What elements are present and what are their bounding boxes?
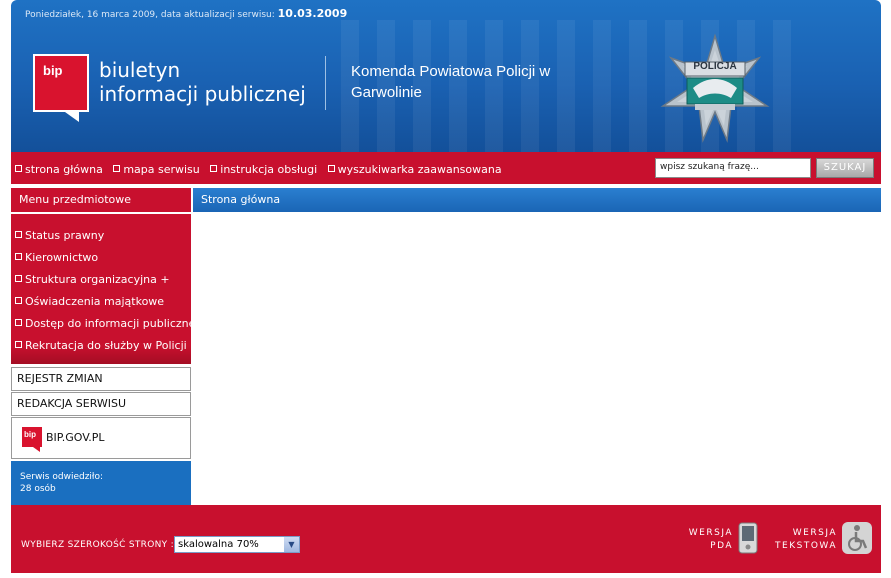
biuletyn-title: biuletyn informacji publicznej [99, 58, 306, 106]
menu-item-dostep[interactable]: Dostęp do informacji publicznej [15, 317, 198, 330]
bip-logo-small-icon [22, 427, 42, 452]
bip-logo[interactable]: bip [33, 54, 89, 122]
bullet-icon [15, 231, 22, 238]
search-button[interactable]: SZUKAJ [816, 158, 874, 178]
police-star-badge-icon: POLICJA [660, 34, 770, 143]
nav-links: strona główna mapa serwisu instrukcja ob… [15, 163, 509, 176]
menu-item-status-prawny[interactable]: Status prawny [15, 229, 104, 242]
bip-gov-label: BIP.GOV.PL [46, 431, 105, 444]
date-line: Poniedziałek, 16 marca 2009, data aktual… [25, 7, 348, 20]
bullet-icon [15, 319, 22, 326]
nav-link-sitemap[interactable]: mapa serwisu [113, 163, 200, 176]
bullet-icon [15, 165, 22, 172]
menu-item-kierownictwo[interactable]: Kierownictwo [15, 251, 98, 264]
update-date: 10.03.2009 [277, 7, 348, 20]
menu-item-rekrutacja[interactable]: Rekrutacja do służby w Policji [15, 339, 187, 352]
bullet-icon [15, 297, 22, 304]
header-divider [325, 56, 326, 110]
badge-text: POLICJA [693, 61, 736, 72]
pda-version-link[interactable]: WERSJA PDA [677, 527, 733, 553]
nav-link-instructions[interactable]: instrukcja obsługi [210, 163, 317, 176]
wheelchair-icon[interactable] [842, 522, 872, 554]
menu-item-struktura[interactable]: Struktura organizacyjna + [15, 273, 170, 286]
bullet-icon [15, 275, 22, 282]
bip-gov-link[interactable]: BIP.GOV.PL [11, 417, 191, 459]
sidebar-title: Menu przedmiotowe [11, 188, 191, 212]
width-label: WYBIERZ SZEROKOŚĆ STRONY : [21, 540, 174, 550]
bullet-icon [15, 253, 22, 260]
chevron-down-icon[interactable]: ▼ [284, 537, 299, 552]
rejestr-zmian-link[interactable]: REJESTR ZMIAN [11, 367, 191, 391]
bullet-icon [327, 165, 335, 172]
bullet-icon [210, 165, 218, 172]
subject-menu: Status prawny Kierownictwo Struktura org… [11, 214, 198, 364]
search-input[interactable]: wpisz szukaną frazę... [655, 158, 811, 178]
organization-name: Komenda Powiatowa Policji w Garwolinie [351, 63, 551, 101]
header-banner: Poniedziałek, 16 marca 2009, data aktual… [11, 0, 881, 152]
bullet-icon [113, 165, 121, 172]
pda-device-icon[interactable] [738, 522, 758, 554]
page-width-select[interactable]: skalowalna 70% ▼ [174, 536, 300, 553]
footer: WYBIERZ SZEROKOŚĆ STRONY : skalowalna 70… [11, 505, 881, 573]
bullet-icon [15, 341, 22, 348]
nav-link-home[interactable]: strona główna [15, 163, 103, 176]
main-title: Strona główna [193, 188, 881, 212]
redakcja-serwisu-link[interactable]: REDAKCJA SERWISU [11, 392, 191, 416]
text-version-link[interactable]: WERSJA TEKSTOWA [763, 527, 837, 553]
page: Poniedziałek, 16 marca 2009, data aktual… [11, 0, 881, 578]
menu-item-oswiadczenia[interactable]: Oświadczenia majątkowe [15, 295, 164, 308]
nav-link-advanced-search[interactable]: wyszukiwarka zaawansowana [327, 163, 502, 176]
nav-bar: strona główna mapa serwisu instrukcja ob… [11, 152, 881, 184]
visit-counter: Serwis odwiedziło: 28 osób [11, 461, 191, 505]
bip-logo-text: bip [43, 63, 63, 78]
